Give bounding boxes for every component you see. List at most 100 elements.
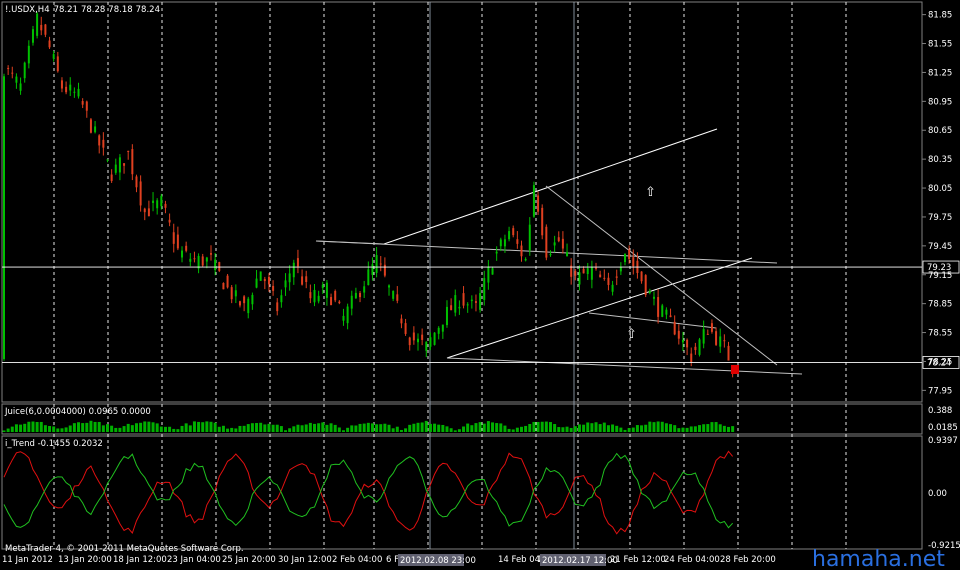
juice-bar [491,422,495,432]
candle-body [205,257,208,262]
candle-body [185,245,188,251]
candle-body [15,76,18,83]
juice-bar [97,421,101,432]
juice-bar [391,428,395,432]
candle-body [69,84,72,91]
y-tick-label: 79.45 [928,242,952,252]
juice-bar [408,424,412,432]
juice-bar [217,426,221,432]
candle-body [118,157,121,173]
juice-bar [143,421,147,432]
candle-body [417,338,419,343]
juice-bar [114,427,118,432]
candle-body [404,323,407,334]
juice-bar [151,422,155,432]
juice-bar [72,423,76,432]
candle-body [528,224,531,251]
juice-bar [93,421,97,432]
juice-bar [433,423,437,432]
juice-bar [677,428,681,432]
juice-bar [201,422,205,432]
y-tick-label: 80.05 [928,184,952,194]
juice-bar [242,425,246,432]
candle-body [114,164,117,173]
juice-bar [656,421,660,432]
price-chart[interactable]: 79.2378.24 0.3880.0185 0.93970.00-0.9215… [0,0,960,570]
juice-bar [399,429,403,432]
juice-bar [420,422,424,432]
x-tick-label: 18 Jan 12:00 [113,555,167,565]
juice-bar [184,423,188,432]
juice-bar [470,425,474,432]
juice-bar [337,427,341,432]
candle-body [272,285,275,291]
juice-bar [486,421,490,432]
candle-body [346,306,349,324]
candle-body [479,293,482,310]
juice-bar [648,421,652,432]
candle-body [259,271,262,281]
candle-body [164,203,167,208]
candle-body [578,272,581,285]
itrend-title: i_Trend -0.1455 0.2032 [5,439,103,449]
juice-bar [308,422,312,432]
candle-body [719,336,722,347]
juice-bar [134,423,138,432]
juice-bar [631,427,635,432]
juice-bar [213,422,217,432]
candle-body [686,339,689,348]
candle-body [230,287,233,300]
juice-bar [511,429,515,432]
candle-body [226,275,229,288]
candle-body [648,291,651,294]
candle-body [60,80,63,89]
juice-bar [106,424,109,432]
candle-body [23,62,26,79]
juice-bar [139,422,143,432]
juice-bar [81,423,85,432]
candle-body [65,86,68,93]
juice-bar [606,425,610,432]
candle-body [354,292,357,299]
candle-body [603,277,606,279]
watermark: hamaha.net [812,547,945,570]
juice-bar [180,425,184,432]
juice-bar [395,426,399,432]
candle-body [445,306,448,326]
candle-body [81,101,84,105]
juice-bar [383,423,387,432]
juice-bar [557,427,561,432]
juice-bar [457,429,461,432]
juice-title: Juice(6,0.0004000) 0.0965 0.0000 [4,407,151,417]
juice-bar [507,428,511,432]
candle-body [44,24,47,35]
juice-bar [536,421,540,432]
trendline [383,128,718,245]
candle-body [19,83,22,91]
juice-bar [544,421,548,432]
candle-body [7,68,10,70]
juice-bar [586,422,590,432]
candle-body [698,339,701,355]
candle-body [27,45,30,64]
candle-body [632,257,635,267]
candle-body [243,296,246,304]
juice-bar [19,424,23,432]
juice-bar [313,423,316,432]
juice-bar [205,421,209,432]
juice-bar [573,426,577,432]
juice-bar [520,426,523,432]
candle-body [31,29,34,43]
candle-body [85,101,88,111]
candle-body [462,293,465,306]
juice-bar [188,425,192,432]
juice-bar [437,424,441,432]
juice-bar [727,426,730,432]
juice-bar [35,421,39,432]
candle-body [135,176,138,188]
juice-bar [56,428,60,432]
y-tick-label: 79.75 [928,213,952,223]
candle-body [301,276,304,285]
y-tick-label: 77.95 [928,386,952,396]
candle-body [156,200,159,209]
